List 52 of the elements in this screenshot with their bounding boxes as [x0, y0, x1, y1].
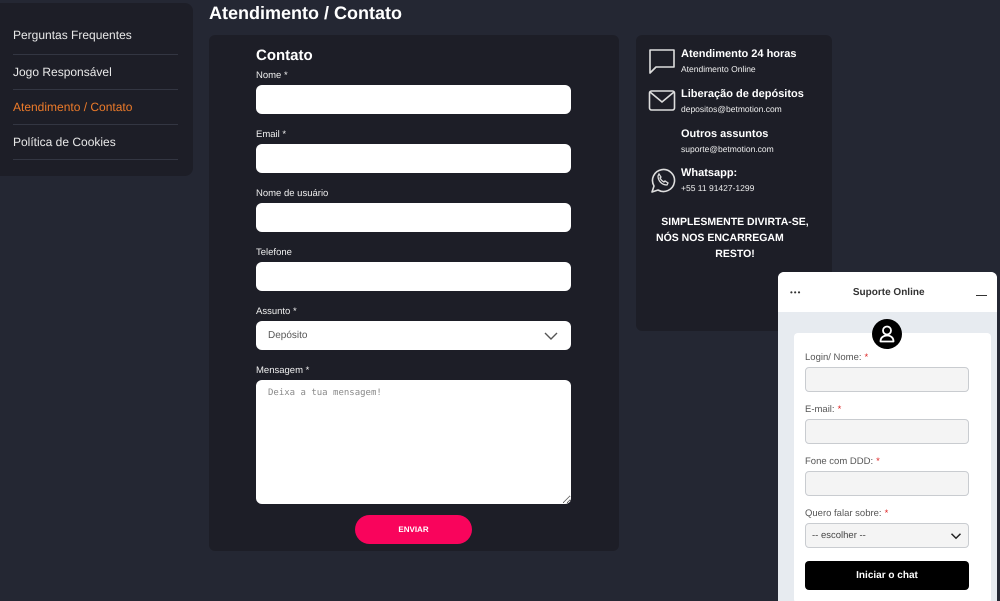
sidebar-item[interactable]: Jogo Responsável — [13, 55, 178, 90]
input-field[interactable] — [256, 262, 571, 291]
whatsapp-icon — [648, 167, 676, 194]
input-field[interactable] — [805, 471, 969, 496]
sidebar-item[interactable]: Política de Cookies — [13, 125, 178, 160]
field-label: Email * — [256, 129, 288, 141]
input-field[interactable] — [805, 419, 969, 444]
input-field[interactable] — [256, 85, 571, 114]
minimize-button[interactable] — [976, 294, 987, 296]
message-field[interactable]: Deixa a tua mensagem! — [256, 380, 571, 504]
info-detail: +55 11 91427-1299 — [681, 183, 754, 193]
info-detail: depositos@betmotion.com — [681, 104, 783, 114]
start-chat-button[interactable]: Iniciar o chat — [805, 561, 969, 590]
field-label: Nome * — [256, 70, 289, 82]
select-value: Depósito — [268, 330, 308, 341]
field-label: E-mail: — [805, 404, 835, 415]
slogan-text: SIMPLESMENTE DIVIRTA-SE, — [661, 216, 809, 228]
input-field[interactable] — [256, 144, 571, 173]
field-label: Login/ Nome: — [805, 352, 862, 363]
select-field[interactable]: -- escolher -- — [805, 523, 969, 548]
info-detail: suporte@betmotion.com — [681, 144, 774, 154]
sidebar-item[interactable]: Perguntas Frequentes — [13, 20, 178, 55]
required-mark: * — [864, 352, 868, 363]
send-button[interactable]: ENVIAR — [355, 515, 472, 544]
sidebar-item[interactable]: Atendimento / Contato — [13, 90, 178, 125]
slogan-text: NÓS NOS ENCARREGAM — [656, 232, 784, 244]
info-title: Whatsapp: — [681, 167, 738, 179]
form-title: Contato — [256, 47, 314, 64]
slogan-text: RESTO! — [715, 248, 755, 260]
required-mark: * — [884, 508, 888, 519]
field-label: Mensagem * — [256, 365, 310, 377]
menu-button[interactable]: ••• — [790, 288, 802, 296]
chevron-down-icon — [543, 330, 559, 340]
field-label: Fone com DDD: — [805, 456, 874, 467]
widget-title: Suporte Online — [852, 286, 925, 298]
required-mark: * — [876, 456, 880, 467]
speech-bubble-icon — [648, 48, 676, 75]
chevron-down-icon — [950, 532, 962, 540]
page-title: Atendimento / Contato — [209, 3, 403, 23]
info-title: Atendimento 24 horas — [681, 48, 797, 60]
select-field[interactable]: Depósito — [256, 321, 571, 350]
info-detail: Atendimento Online — [681, 64, 757, 74]
required-mark: * — [838, 404, 842, 415]
field-label: Telefone — [256, 247, 293, 259]
field-label: Quero falar sobre: — [805, 508, 882, 519]
field-label: Assunto * — [256, 306, 298, 318]
input-field[interactable] — [256, 203, 571, 232]
input-field[interactable] — [805, 367, 969, 392]
info-title: Liberação de depósitos — [681, 88, 804, 100]
info-title: Outros assuntos — [681, 128, 770, 140]
field-label: Nome de usuário — [256, 188, 330, 200]
select-value: -- escolher -- — [812, 530, 866, 541]
